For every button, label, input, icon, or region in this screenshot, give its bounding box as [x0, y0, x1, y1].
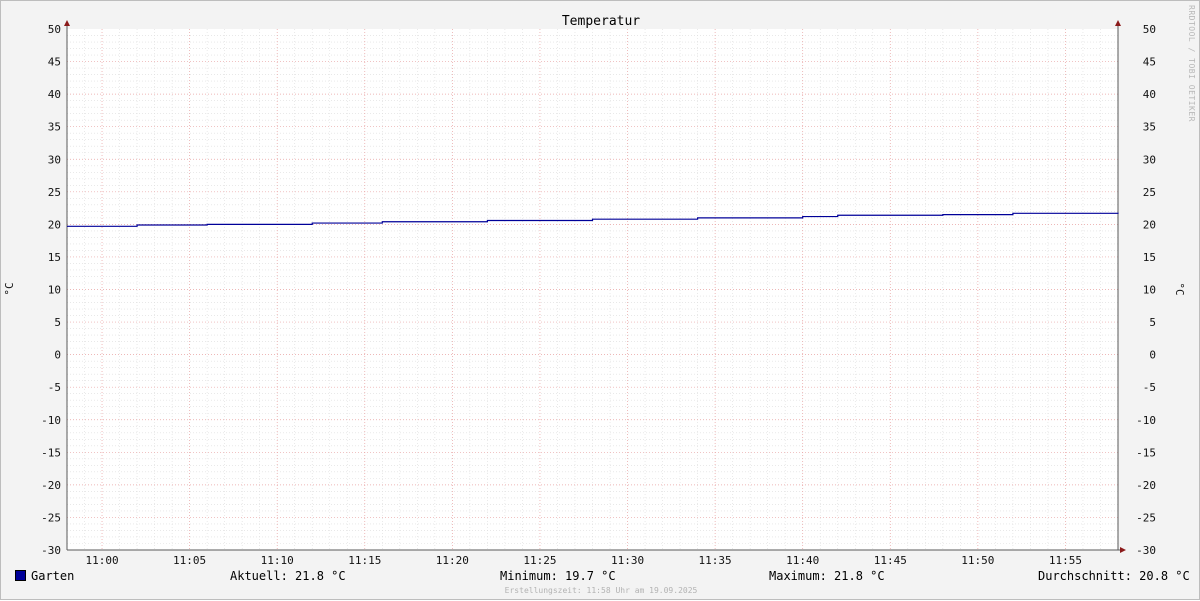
legend-series: Garten — [15, 569, 74, 583]
legend-series-name: Garten — [31, 569, 75, 583]
y-tick-label-right: 50 — [1143, 23, 1156, 36]
y-tick-label-left: -25 — [41, 511, 61, 524]
x-tick-label: 11:50 — [961, 554, 994, 567]
y-tick-label-right: 5 — [1149, 316, 1156, 329]
x-tick-label: 11:00 — [85, 554, 118, 567]
x-axis-arrow — [1120, 547, 1126, 553]
y-tick-label-left: 25 — [48, 186, 61, 199]
legend-durchschnitt: Durchschnitt: 20.8 °C — [1038, 569, 1190, 583]
y-tick-label-left: 5 — [54, 316, 61, 329]
x-tick-labels: 11:00 11:05 11:10 11:15 11:20 11:25 11:30 11:35… — [85, 554, 1082, 567]
y-tick-label-right: -20 — [1136, 479, 1156, 492]
x-tick-label: 11:10 — [261, 554, 294, 567]
y-tick-label-left: -15 — [41, 446, 61, 459]
y-tick-label-left: 50 — [48, 23, 61, 36]
y-tick-label-left: 0 — [54, 349, 61, 362]
y-tick-label-right: 35 — [1143, 121, 1156, 134]
legend-aktuell: Aktuell: 21.8 °C — [230, 569, 346, 583]
x-tick-label: 11:35 — [699, 554, 732, 567]
y-tick-label-right: 30 — [1143, 153, 1156, 166]
x-tick-label: 11:40 — [786, 554, 819, 567]
y-tick-label-left: 15 — [48, 251, 61, 264]
x-tick-label: 11:30 — [611, 554, 644, 567]
y-tick-label-left: -5 — [48, 381, 61, 394]
y-tick-label-left: 10 — [48, 284, 61, 297]
y-tick-label-left: 45 — [48, 56, 61, 69]
y-tick-label-right: 40 — [1143, 88, 1156, 101]
y-tick-label-left: 40 — [48, 88, 61, 101]
y-axis-label-right: °C — [1173, 282, 1186, 295]
y-tick-label-right: 25 — [1143, 186, 1156, 199]
legend-maximum: Maximum: 21.8 °C — [769, 569, 885, 583]
x-tick-label: 11:20 — [436, 554, 469, 567]
y-tick-label-left: 20 — [48, 218, 61, 231]
y-tick-label-right: -15 — [1136, 446, 1156, 459]
y-tick-label-right: -25 — [1136, 511, 1156, 524]
legend-swatch — [15, 570, 26, 581]
y-axis-arrow-right — [1115, 20, 1121, 26]
y-tick-label-right: -10 — [1136, 414, 1156, 427]
y-tick-label-right: -30 — [1136, 544, 1156, 557]
x-tick-label: 11:55 — [1049, 554, 1082, 567]
creation-time: Erstellungszeit: 11:58 Uhr am 19.09.2025 — [504, 586, 698, 595]
y-tick-label-right: 45 — [1143, 56, 1156, 69]
y-tick-label-left: 35 — [48, 121, 61, 134]
y-tick-label-left: -10 — [41, 414, 61, 427]
temperature-chart: 50 5045 4540 4035 3530 3025 2520 2015 1510 105 50 0… — [3, 14, 1186, 567]
x-tick-label: 11:05 — [173, 554, 206, 567]
y-tick-label-left: 30 — [48, 153, 61, 166]
y-tick-label-right: -5 — [1143, 381, 1156, 394]
y-axis-label-left: °C — [3, 282, 16, 295]
y-tick-label-right: 10 — [1143, 284, 1156, 297]
y-tick-label-right: 0 — [1149, 349, 1156, 362]
x-tick-label: 11:15 — [348, 554, 381, 567]
y-tick-label-left: -20 — [41, 479, 61, 492]
watermark: RRDTOOL / TOBI OETIKER — [1187, 5, 1196, 122]
y-tick-label-right: 20 — [1143, 218, 1156, 231]
y-tick-label-right: 15 — [1143, 251, 1156, 264]
chart-title: Temperatur — [562, 14, 640, 29]
y-tick-label-left: -30 — [41, 544, 61, 557]
legend-minimum: Minimum: 19.7 °C — [500, 569, 616, 583]
x-tick-label: 11:45 — [874, 554, 907, 567]
grid — [67, 29, 1118, 550]
chart-frame: 50 50 45 45 40 40 35 35 30 30 25 25 20 20 15 15 10 10 5 5 0 0… — [0, 0, 1200, 600]
x-tick-label: 11:25 — [523, 554, 556, 567]
y-axis-arrow-left — [64, 20, 70, 26]
